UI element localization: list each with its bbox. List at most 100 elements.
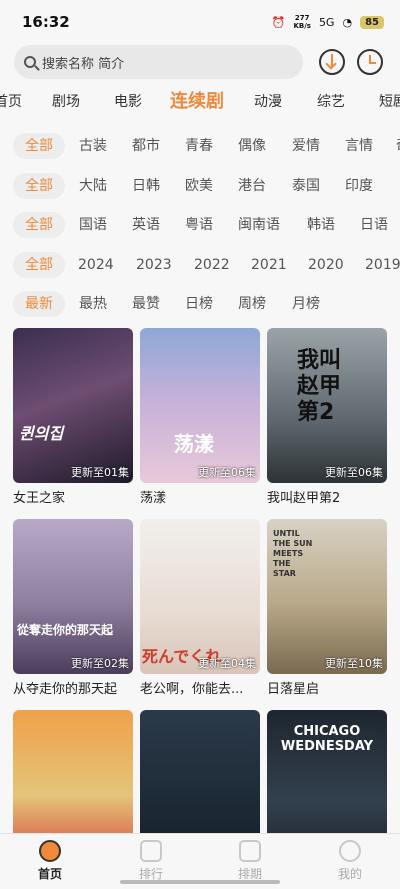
home-indicator[interactable] — [120, 880, 280, 884]
nav-ranking[interactable]: 排行 — [126, 840, 176, 882]
update-badge: 更新至02集 — [71, 657, 129, 670]
update-badge: 更新至01集 — [71, 466, 129, 479]
poster-title-text: CHICAGO WEDNESDAY — [280, 724, 374, 754]
poster-image: UNTIL THE SUN MEETS THE STAR 更新至10集 — [267, 519, 387, 674]
show-title: 荡漾 — [140, 491, 167, 506]
filter-chip[interactable]: 闽南语 — [238, 212, 280, 238]
download-icon — [331, 54, 333, 66]
category-tabs: 首页 剧场 电影 连续剧 动漫 综艺 短剧 — [0, 88, 400, 118]
poster-title-text: 荡漾 — [174, 432, 214, 456]
filter-chip[interactable]: 粤语 — [185, 212, 213, 238]
poster-image: 死んでくれ 更新至04集 — [140, 519, 260, 674]
calendar-icon — [239, 840, 261, 862]
filter-chip[interactable]: 爱情 — [292, 133, 320, 159]
show-title: 女王之家 — [13, 491, 66, 506]
show-card[interactable]: 從奪走你的那天起 更新至02集 从夺走你的那天起 — [13, 519, 133, 697]
poster-image — [13, 710, 133, 833]
filter-chip[interactable]: 韩语 — [307, 212, 335, 238]
poster-title-text: UNTIL THE SUN MEETS THE STAR — [273, 529, 313, 578]
tab-movie[interactable]: 电影 — [114, 88, 142, 116]
network-speed: 277 KB/s — [293, 14, 310, 30]
filter-row-language: 全部 国语 英语 粤语 闽南语 韩语 日语 — [0, 210, 400, 240]
battery-indicator: 85 — [360, 15, 384, 29]
poster-image: 荡漾 更新至06集 — [140, 328, 260, 483]
show-title: 老公啊，你能去... — [140, 682, 244, 697]
filter-chip[interactable]: 泰国 — [292, 173, 320, 199]
tab-theater[interactable]: 剧场 — [52, 88, 80, 116]
filter-chip[interactable]: 印度 — [345, 173, 373, 199]
filter-chip[interactable]: 最热 — [79, 291, 107, 317]
poster-image: CHICAGO WEDNESDAY — [267, 710, 387, 833]
tab-home[interactable]: 首页 — [0, 88, 22, 116]
ranking-icon — [140, 840, 162, 862]
filter-chip[interactable]: 月榜 — [292, 291, 320, 317]
filter-chip[interactable]: 最赞 — [132, 291, 160, 317]
show-card[interactable]: 퀸의집 更新至01集 女王之家 — [13, 328, 133, 506]
filter-chip[interactable]: 2022 — [194, 252, 230, 278]
tab-anime[interactable]: 动漫 — [254, 88, 282, 116]
poster-image — [140, 710, 260, 833]
filter-row-year: 全部 2024 2023 2022 2021 2020 2019 — [0, 250, 400, 280]
show-title: 我叫赵甲第2 — [267, 491, 341, 506]
content-grid: 퀸의집 更新至01集 女王之家 荡漾 更新至06集 荡漾 我叫赵甲第2 更新至0… — [13, 328, 387, 833]
filter-chip[interactable]: 奇 — [396, 133, 400, 159]
filter-chip[interactable]: 全部 — [13, 133, 65, 159]
filter-chip[interactable]: 欧美 — [185, 173, 213, 199]
filter-chip[interactable]: 2021 — [251, 252, 287, 278]
filter-chip[interactable]: 最新 — [13, 291, 65, 317]
show-card[interactable]: 我叫赵甲第2 更新至06集 我叫赵甲第2 — [267, 328, 387, 506]
filter-chip[interactable]: 全部 — [13, 252, 65, 278]
filter-chip[interactable]: 古装 — [79, 133, 107, 159]
filter-chip[interactable]: 青春 — [185, 133, 213, 159]
nav-profile[interactable]: 我的 — [325, 840, 375, 882]
filter-chip[interactable]: 2024 — [78, 252, 114, 278]
filter-chip[interactable]: 英语 — [132, 212, 160, 238]
profile-icon — [339, 840, 361, 862]
tab-short-drama[interactable]: 短剧 — [379, 88, 400, 116]
filter-chip[interactable]: 全部 — [13, 212, 65, 238]
show-title: 从夺走你的那天起 — [13, 682, 118, 697]
show-card[interactable]: CHICAGO WEDNESDAY — [267, 710, 387, 833]
poster-image: 從奪走你的那天起 更新至02集 — [13, 519, 133, 674]
nav-label: 我的 — [337, 867, 362, 881]
filter-chip[interactable]: 全部 — [13, 173, 65, 199]
show-card[interactable] — [140, 710, 260, 833]
tab-variety[interactable]: 综艺 — [317, 88, 345, 116]
filter-chip[interactable]: 日榜 — [185, 291, 213, 317]
filter-chip[interactable]: 2020 — [308, 252, 344, 278]
history-button[interactable] — [357, 49, 383, 75]
status-time: 16:32 — [22, 13, 70, 31]
filter-chip[interactable]: 都市 — [132, 133, 160, 159]
nav-home[interactable]: 首页 — [25, 840, 75, 882]
nav-schedule[interactable]: 排期 — [225, 840, 275, 882]
filter-chip[interactable]: 港台 — [238, 173, 266, 199]
poster-title-text: 我叫赵甲第2 — [297, 348, 342, 425]
show-title: 日落星启 — [267, 682, 320, 697]
update-badge: 更新至04集 — [198, 657, 256, 670]
update-badge: 更新至10集 — [325, 657, 383, 670]
filter-chip[interactable]: 偶像 — [238, 133, 266, 159]
download-button[interactable] — [319, 49, 345, 75]
network-speed-value: 277 — [294, 14, 310, 22]
update-badge: 更新至06集 — [198, 466, 256, 479]
filter-chip[interactable]: 国语 — [79, 212, 107, 238]
filter-chip[interactable]: 日语 — [360, 212, 388, 238]
show-card[interactable]: 荡漾 更新至06集 荡漾 — [140, 328, 260, 506]
poster-image: 我叫赵甲第2 更新至06集 — [267, 328, 387, 483]
tab-series[interactable]: 连续剧 — [170, 88, 224, 116]
filter-chip[interactable]: 周榜 — [238, 291, 266, 317]
status-icons: ⏰ 277 KB/s 5G ◔ 85 — [272, 14, 384, 30]
filter-chip[interactable]: 2019 — [365, 252, 400, 278]
filter-row-region: 全部 大陆 日韩 欧美 港台 泰国 印度 — [0, 171, 400, 201]
show-card[interactable]: UNTIL THE SUN MEETS THE STAR 更新至10集 日落星启 — [267, 519, 387, 697]
poster-image: 퀸의집 更新至01集 — [13, 328, 133, 483]
filter-chip[interactable]: 日韩 — [132, 173, 160, 199]
show-card[interactable] — [13, 710, 133, 833]
home-icon — [39, 840, 61, 862]
filter-chip[interactable]: 大陆 — [79, 173, 107, 199]
search-input[interactable]: 搜索名称 简介 — [14, 45, 303, 79]
show-card[interactable]: 死んでくれ 更新至04集 老公啊，你能去... — [140, 519, 260, 697]
filter-chip[interactable]: 言情 — [345, 133, 373, 159]
update-badge: 更新至06集 — [325, 466, 383, 479]
filter-chip[interactable]: 2023 — [136, 252, 172, 278]
